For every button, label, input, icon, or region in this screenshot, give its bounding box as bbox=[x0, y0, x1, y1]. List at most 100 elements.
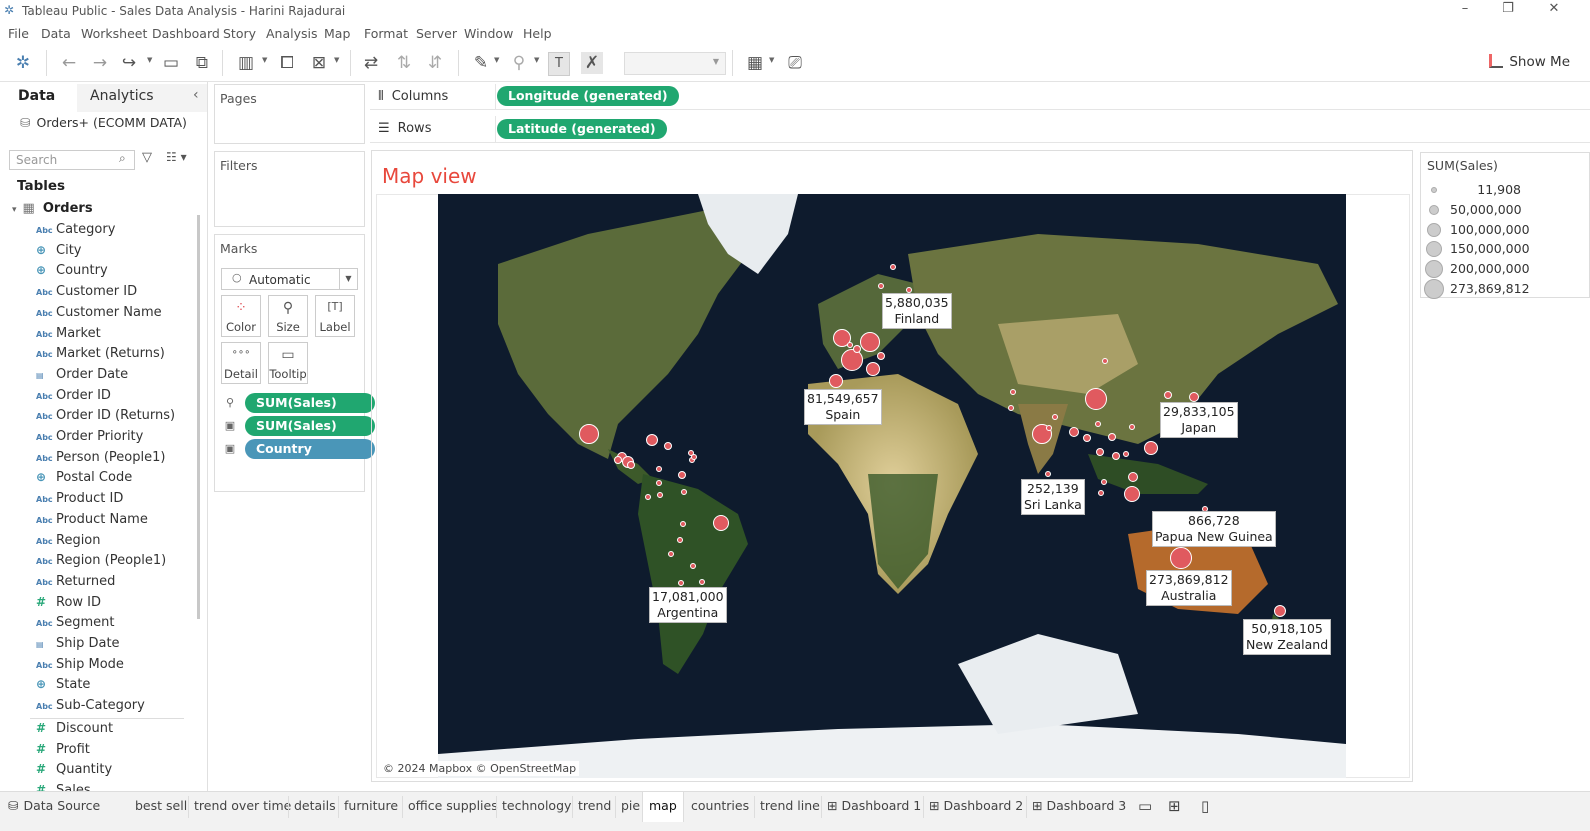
map-mark[interactable] bbox=[860, 332, 880, 352]
map-mark[interactable] bbox=[1108, 433, 1116, 441]
columns-shelf[interactable]: ⦀ Columns Longitude (generated) bbox=[370, 84, 1590, 110]
field-row-id[interactable]: # Row ID bbox=[36, 595, 101, 613]
field-market[interactable]: Abc Market bbox=[36, 326, 101, 344]
detail-button[interactable]: ∘∘∘ Detail bbox=[221, 342, 261, 384]
menu-map[interactable]: Map bbox=[324, 26, 350, 41]
map-mark[interactable] bbox=[1046, 425, 1052, 431]
collapse-pane-icon[interactable]: ‹ bbox=[193, 87, 199, 103]
highlight-icon[interactable]: ✎ bbox=[470, 52, 492, 74]
redo-icon[interactable]: → bbox=[89, 52, 111, 74]
menu-dashboard[interactable]: Dashboard bbox=[152, 26, 220, 41]
clear-sheet-icon[interactable]: ⊠ bbox=[308, 52, 330, 74]
field-region-people1[interactable]: Abc Region (People1) bbox=[36, 553, 166, 571]
map-mark[interactable] bbox=[681, 489, 687, 495]
map-mark[interactable] bbox=[699, 579, 705, 585]
tableau-home-icon[interactable]: ✲ bbox=[12, 52, 34, 74]
menu-story[interactable]: Story bbox=[223, 26, 256, 41]
pill-longitude[interactable]: Longitude (generated) bbox=[497, 86, 679, 106]
pill-sum-sales-label[interactable]: SUM(Sales) bbox=[245, 416, 375, 436]
field-profit[interactable]: # Profit bbox=[36, 742, 90, 760]
size-button[interactable]: ⚲ Size bbox=[268, 295, 308, 337]
map-mark[interactable] bbox=[614, 456, 622, 464]
map-mark[interactable] bbox=[1123, 451, 1129, 457]
datasource-item[interactable]: ⛁ Orders+ (ECOMM DATA) bbox=[20, 115, 187, 130]
tab-analytics[interactable]: Analytics bbox=[90, 88, 154, 104]
field-product-name[interactable]: Abc Product Name bbox=[36, 512, 148, 530]
duplicate-sheet-icon[interactable]: ⧠ bbox=[276, 52, 298, 74]
save-icon[interactable]: ▭ bbox=[160, 52, 182, 74]
pill-latitude[interactable]: Latitude (generated) bbox=[497, 119, 667, 139]
map-mark[interactable] bbox=[1102, 358, 1108, 364]
field-order-id[interactable]: Abc Order ID bbox=[36, 388, 111, 406]
map-mark[interactable] bbox=[1189, 392, 1199, 402]
sheet-tab-dashboard-2[interactable]: ⊞ Dashboard 2 bbox=[929, 798, 1023, 826]
maximize-button[interactable]: ❐ bbox=[1493, 1, 1523, 16]
minimize-button[interactable]: – bbox=[1450, 1, 1480, 16]
menu-server[interactable]: Server bbox=[416, 26, 457, 41]
map-mark[interactable] bbox=[866, 362, 880, 376]
map-mark[interactable] bbox=[1008, 405, 1014, 411]
close-button[interactable]: ✕ bbox=[1539, 1, 1569, 16]
sheet-tab-technology[interactable]: technology bbox=[502, 798, 571, 826]
undo-icon[interactable]: ← bbox=[58, 52, 80, 74]
new-story-tab-icon[interactable]: ▯ bbox=[1201, 798, 1209, 826]
pill-country-label[interactable]: Country bbox=[245, 439, 375, 459]
field-quantity[interactable]: # Quantity bbox=[36, 762, 112, 780]
map-mark[interactable] bbox=[677, 537, 683, 543]
sheet-tab-trend-line[interactable]: trend line bbox=[760, 798, 820, 826]
map-mark[interactable] bbox=[1085, 388, 1107, 410]
map-mark[interactable] bbox=[1083, 434, 1091, 442]
map-mark[interactable] bbox=[853, 345, 861, 353]
field-postal-code[interactable]: ⊕ Postal Code bbox=[36, 470, 132, 488]
tooltip-button[interactable]: ▭ Tooltip bbox=[268, 342, 308, 384]
field-ship-date[interactable]: ▤ Ship Date bbox=[36, 636, 120, 654]
menu-help[interactable]: Help bbox=[523, 26, 552, 41]
sheet-tab-map[interactable]: map bbox=[642, 792, 684, 822]
field-category[interactable]: Abc Category bbox=[36, 222, 115, 240]
map-mark[interactable] bbox=[656, 466, 662, 472]
map-mark[interactable] bbox=[690, 563, 696, 569]
menu-window[interactable]: Window bbox=[464, 26, 513, 41]
world-map[interactable] bbox=[438, 194, 1346, 778]
map-mark[interactable] bbox=[678, 580, 684, 586]
new-dashboard-tab-icon[interactable]: ⊞ bbox=[1168, 798, 1181, 826]
mark-type-dropdown[interactable]: ○ Automatic ▼ bbox=[221, 268, 358, 290]
map-mark[interactable] bbox=[1098, 490, 1104, 496]
map-mark[interactable] bbox=[1095, 421, 1101, 427]
sheet-tab-details[interactable]: details bbox=[294, 798, 336, 826]
pill-sum-sales-size[interactable]: SUM(Sales) bbox=[245, 393, 375, 413]
tab-data[interactable]: Data bbox=[18, 88, 55, 104]
field-list-scrollbar[interactable] bbox=[197, 215, 200, 619]
map-mark[interactable] bbox=[656, 480, 662, 486]
map-mark[interactable] bbox=[1101, 479, 1107, 485]
field-returned[interactable]: Abc Returned bbox=[36, 574, 115, 592]
map-mark[interactable] bbox=[645, 494, 651, 500]
sheet-tab-countries[interactable]: countries bbox=[691, 798, 749, 826]
new-worksheet-icon[interactable]: ▥ bbox=[235, 52, 257, 74]
map-mark[interactable] bbox=[1274, 605, 1286, 617]
menu-worksheet[interactable]: Worksheet bbox=[81, 26, 147, 41]
field-country[interactable]: ⊕ Country bbox=[36, 263, 108, 281]
map-mark[interactable] bbox=[678, 471, 686, 479]
search-input[interactable]: Search bbox=[9, 150, 135, 170]
field-state[interactable]: ⊕ State bbox=[36, 677, 90, 695]
map-mark[interactable] bbox=[1096, 448, 1104, 456]
map-mark[interactable] bbox=[1128, 472, 1138, 482]
sheet-tab-dashboard-3[interactable]: ⊞ Dashboard 3 bbox=[1032, 798, 1126, 826]
map-mark[interactable] bbox=[877, 352, 885, 360]
new-worksheet-tab-icon[interactable]: ▭ bbox=[1138, 798, 1152, 826]
field-market-returns[interactable]: Abc Market (Returns) bbox=[36, 346, 165, 364]
map-mark[interactable] bbox=[1112, 452, 1120, 460]
map-mark[interactable] bbox=[680, 521, 686, 527]
field-order-id-returns[interactable]: Abc Order ID (Returns) bbox=[36, 408, 175, 426]
field-discount[interactable]: # Discount bbox=[36, 721, 113, 739]
field-product-id[interactable]: Abc Product ID bbox=[36, 491, 123, 509]
field-sub-category[interactable]: Abc Sub-Category bbox=[36, 698, 145, 716]
sheet-tab-dashboard-1[interactable]: ⊞ Dashboard 1 bbox=[827, 798, 921, 826]
map-mark[interactable] bbox=[1045, 471, 1051, 477]
sheet-tab-furniture[interactable]: furniture bbox=[344, 798, 398, 826]
fit-dropdown[interactable]: ▼ bbox=[624, 52, 726, 75]
map-mark[interactable] bbox=[829, 374, 843, 388]
color-button[interactable]: ⁘ Color bbox=[221, 295, 261, 337]
filter-icon[interactable]: ▽ bbox=[142, 150, 152, 165]
